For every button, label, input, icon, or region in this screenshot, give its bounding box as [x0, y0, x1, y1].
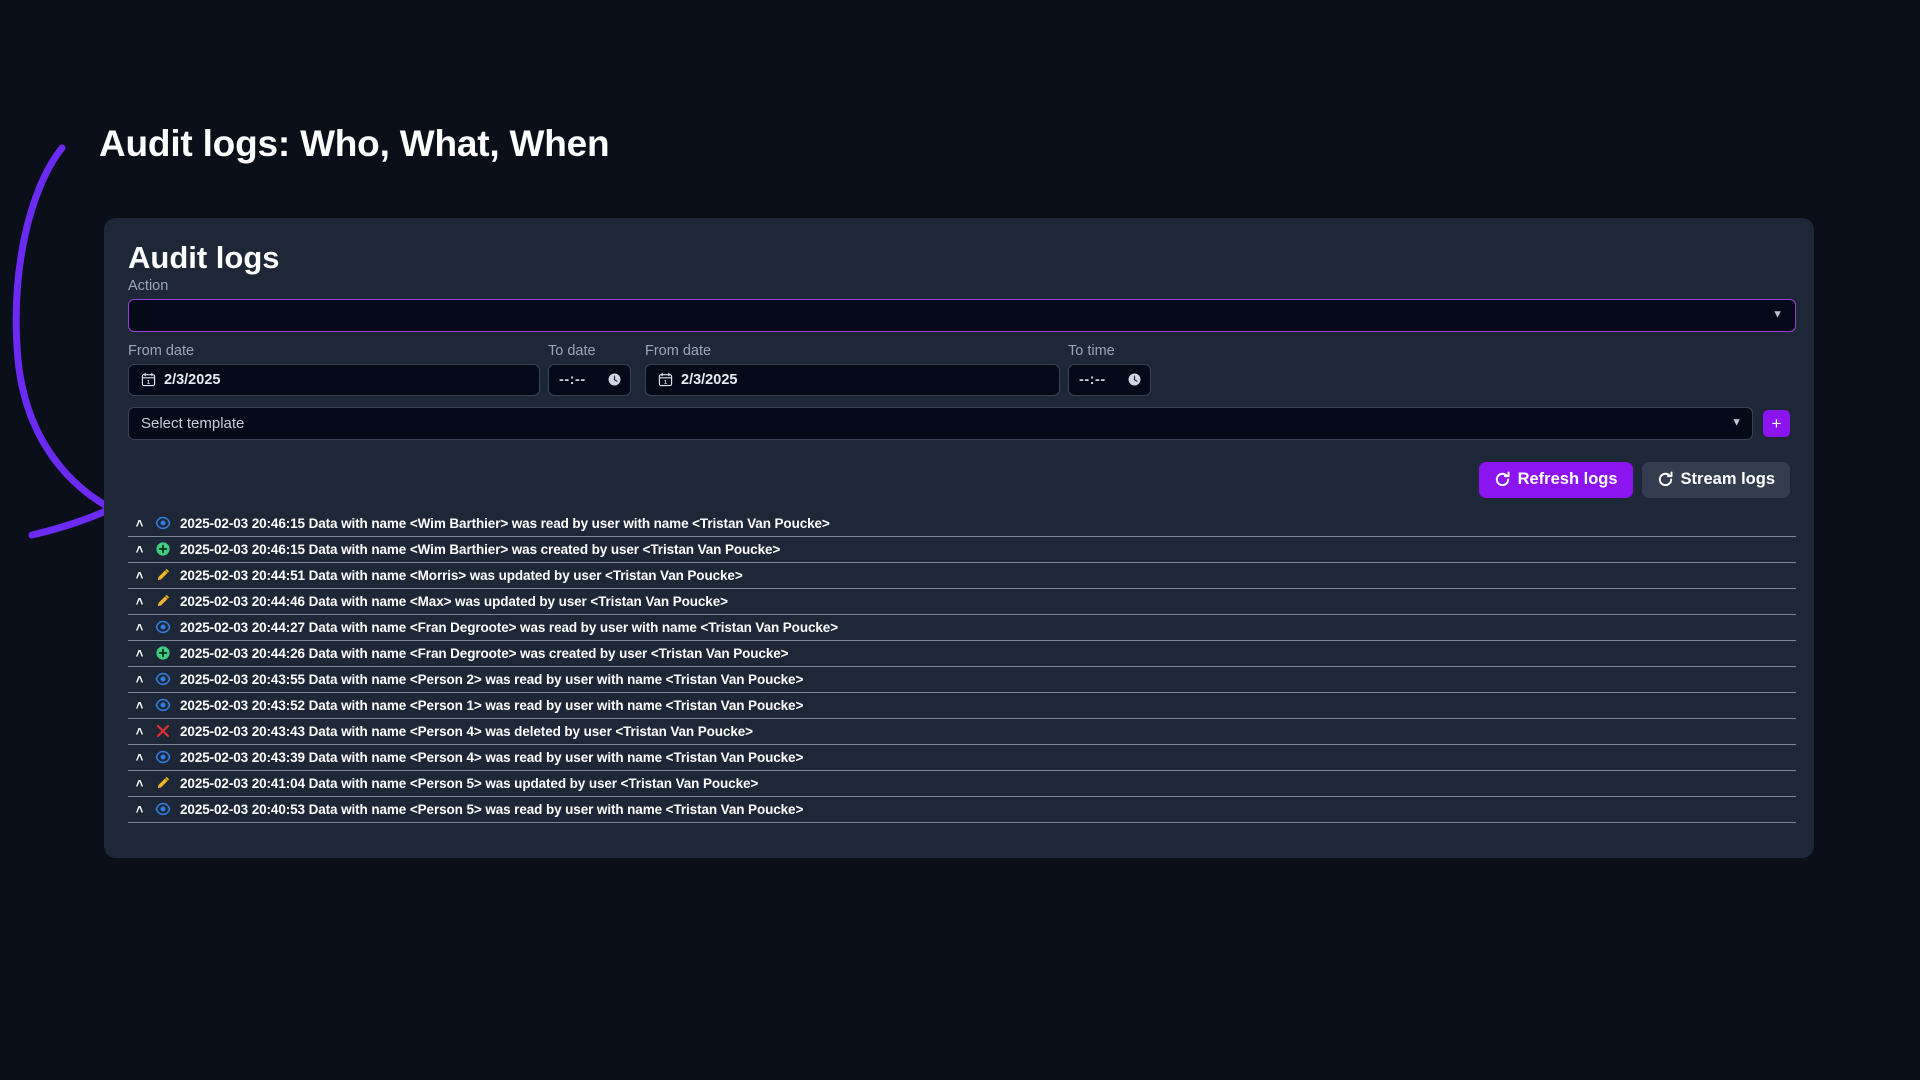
- from-date-2-input[interactable]: 1 2/3/2025: [645, 363, 1060, 396]
- stream-logs-button[interactable]: Stream logs: [1641, 461, 1790, 498]
- to-date-label: To date: [548, 342, 596, 359]
- from-date-2-group: From date 1 2/3/2025: [645, 343, 1060, 396]
- template-select-value: Select template: [141, 414, 245, 432]
- chevron-up-icon[interactable]: ˄: [133, 621, 146, 634]
- to-time-input[interactable]: --:--: [1068, 363, 1151, 396]
- log-row[interactable]: ˄ 2025-02-03 20:46:15 Data with name <Wim…: [128, 537, 1796, 563]
- plus-circle-icon: [156, 542, 170, 556]
- chevron-up-icon[interactable]: ˄: [133, 699, 146, 712]
- action-field-label: Action: [128, 277, 169, 294]
- audit-logs-card: Audit logs Action ▼ From date 1 2/3/2025: [104, 218, 1814, 858]
- log-row-text: 2025-02-03 20:40:53 Data with name <Pers…: [180, 801, 804, 817]
- eye-icon: [155, 802, 171, 816]
- log-row[interactable]: ˄ 2025-02-03 20:44:27 Data with name <Fra…: [128, 615, 1796, 641]
- date-filter-row: From date 1 2/3/2025 To date --:-- From …: [128, 343, 1790, 396]
- chevron-up-icon[interactable]: ˄: [133, 725, 146, 738]
- chevron-up-icon[interactable]: ˄: [133, 751, 146, 764]
- card-title: Audit logs: [128, 240, 280, 275]
- chevron-down-icon: ▼: [1772, 308, 1783, 321]
- log-row[interactable]: ˄ 2025-02-03 20:40:53 Data with name <Per…: [128, 797, 1796, 823]
- log-row[interactable]: ˄ 2025-02-03 20:41:04 Data with name <Per…: [128, 771, 1796, 797]
- clock-icon: [1128, 373, 1141, 386]
- refresh-logs-button[interactable]: Refresh logs: [1478, 461, 1633, 498]
- from-date-1-group: From date 1 2/3/2025: [128, 343, 540, 396]
- plus-circle-icon: [156, 646, 170, 660]
- to-date-time-value: --:--: [559, 371, 586, 388]
- refresh-icon: [1495, 471, 1510, 487]
- chevron-down-icon: ▼: [1731, 416, 1742, 429]
- log-row-text: 2025-02-03 20:43:55 Data with name <Pers…: [180, 671, 804, 687]
- from-date-2-label: From date: [645, 342, 712, 359]
- chevron-up-icon[interactable]: ˄: [133, 777, 146, 790]
- log-row[interactable]: ˄ 2025-02-03 20:43:52 Data with name <Per…: [128, 693, 1796, 719]
- eye-icon: [155, 750, 171, 764]
- pencil-icon: [157, 777, 170, 789]
- refresh-logs-label: Refresh logs: [1517, 470, 1618, 489]
- eye-icon: [155, 672, 171, 686]
- cross-icon: [156, 725, 170, 738]
- pencil-icon: [157, 569, 170, 581]
- page-title: Audit logs: Who, What, When: [99, 123, 610, 164]
- chevron-up-icon[interactable]: ˄: [133, 569, 146, 582]
- to-date-time-input[interactable]: --:--: [548, 363, 631, 396]
- chevron-up-icon[interactable]: ˄: [133, 517, 146, 530]
- log-row-text: 2025-02-03 20:43:43 Data with name <Pers…: [180, 723, 753, 739]
- log-row-text: 2025-02-03 20:43:52 Data with name <Pers…: [180, 697, 804, 713]
- chevron-up-icon[interactable]: ˄: [133, 647, 146, 660]
- log-row[interactable]: ˄ 2025-02-03 20:43:43 Data with name <Per…: [128, 719, 1796, 745]
- screen-root: Audit logs: Who, What, When Audit logs A…: [0, 0, 1920, 1080]
- log-row-text: 2025-02-03 20:46:15 Data with name <Wim …: [180, 541, 781, 557]
- from-date-1-label: From date: [128, 342, 195, 359]
- eye-icon: [155, 620, 171, 634]
- pencil-icon: [157, 595, 170, 607]
- clock-icon: [608, 373, 621, 386]
- to-time-label: To time: [1068, 342, 1115, 359]
- to-time-group: To time --:--: [1068, 343, 1151, 396]
- audit-log-list: ˄ 2025-02-03 20:46:15 Data with name <Wim…: [128, 511, 1796, 823]
- log-row-text: 2025-02-03 20:44:51 Data with name <Morr…: [180, 567, 743, 583]
- log-row-text: 2025-02-03 20:44:27 Data with name <Fran…: [180, 619, 838, 635]
- log-row-text: 2025-02-03 20:43:39 Data with name <Pers…: [180, 749, 804, 765]
- chevron-up-icon[interactable]: ˄: [133, 803, 146, 816]
- log-row-text: 2025-02-03 20:44:26 Data with name <Fran…: [180, 645, 789, 661]
- add-template-button[interactable]: +: [1763, 409, 1790, 437]
- log-row[interactable]: ˄ 2025-02-03 20:44:46 Data with name <Max…: [128, 589, 1796, 615]
- eye-icon: [155, 516, 171, 530]
- template-select[interactable]: Select template ▼: [128, 406, 1753, 440]
- action-select[interactable]: ▼: [128, 298, 1796, 332]
- svg-text:1: 1: [147, 380, 150, 386]
- svg-text:1: 1: [664, 380, 667, 386]
- refresh-icon: [1658, 471, 1673, 487]
- log-row-text: 2025-02-03 20:44:46 Data with name <Max>…: [180, 593, 728, 609]
- to-date-time-group: To date --:--: [548, 343, 631, 396]
- log-row[interactable]: ˄ 2025-02-03 20:46:15 Data with name <Wim…: [128, 511, 1796, 537]
- log-row[interactable]: ˄ 2025-02-03 20:44:51 Data with name <Mor…: [128, 563, 1796, 589]
- template-row: Select template ▼ +: [128, 406, 1790, 440]
- from-date-1-input[interactable]: 1 2/3/2025: [128, 363, 540, 396]
- to-time-value: --:--: [1079, 371, 1106, 388]
- chevron-up-icon[interactable]: ˄: [133, 543, 146, 556]
- calendar-icon: 1: [658, 372, 673, 387]
- log-actions-toolbar: Refresh logs Stream logs: [128, 461, 1790, 498]
- log-row-text: 2025-02-03 20:46:15 Data with name <Wim …: [180, 515, 830, 531]
- calendar-icon: 1: [141, 372, 156, 387]
- chevron-up-icon[interactable]: ˄: [133, 595, 146, 608]
- log-row[interactable]: ˄ 2025-02-03 20:44:26 Data with name <Fra…: [128, 641, 1796, 667]
- stream-logs-label: Stream logs: [1680, 470, 1775, 489]
- log-row[interactable]: ˄ 2025-02-03 20:43:55 Data with name <Per…: [128, 667, 1796, 693]
- from-date-2-value: 2/3/2025: [681, 371, 738, 388]
- eye-icon: [155, 698, 171, 712]
- log-row-text: 2025-02-03 20:41:04 Data with name <Pers…: [180, 775, 759, 791]
- chevron-up-icon[interactable]: ˄: [133, 673, 146, 686]
- log-row[interactable]: ˄ 2025-02-03 20:43:39 Data with name <Per…: [128, 745, 1796, 771]
- from-date-1-value: 2/3/2025: [164, 371, 221, 388]
